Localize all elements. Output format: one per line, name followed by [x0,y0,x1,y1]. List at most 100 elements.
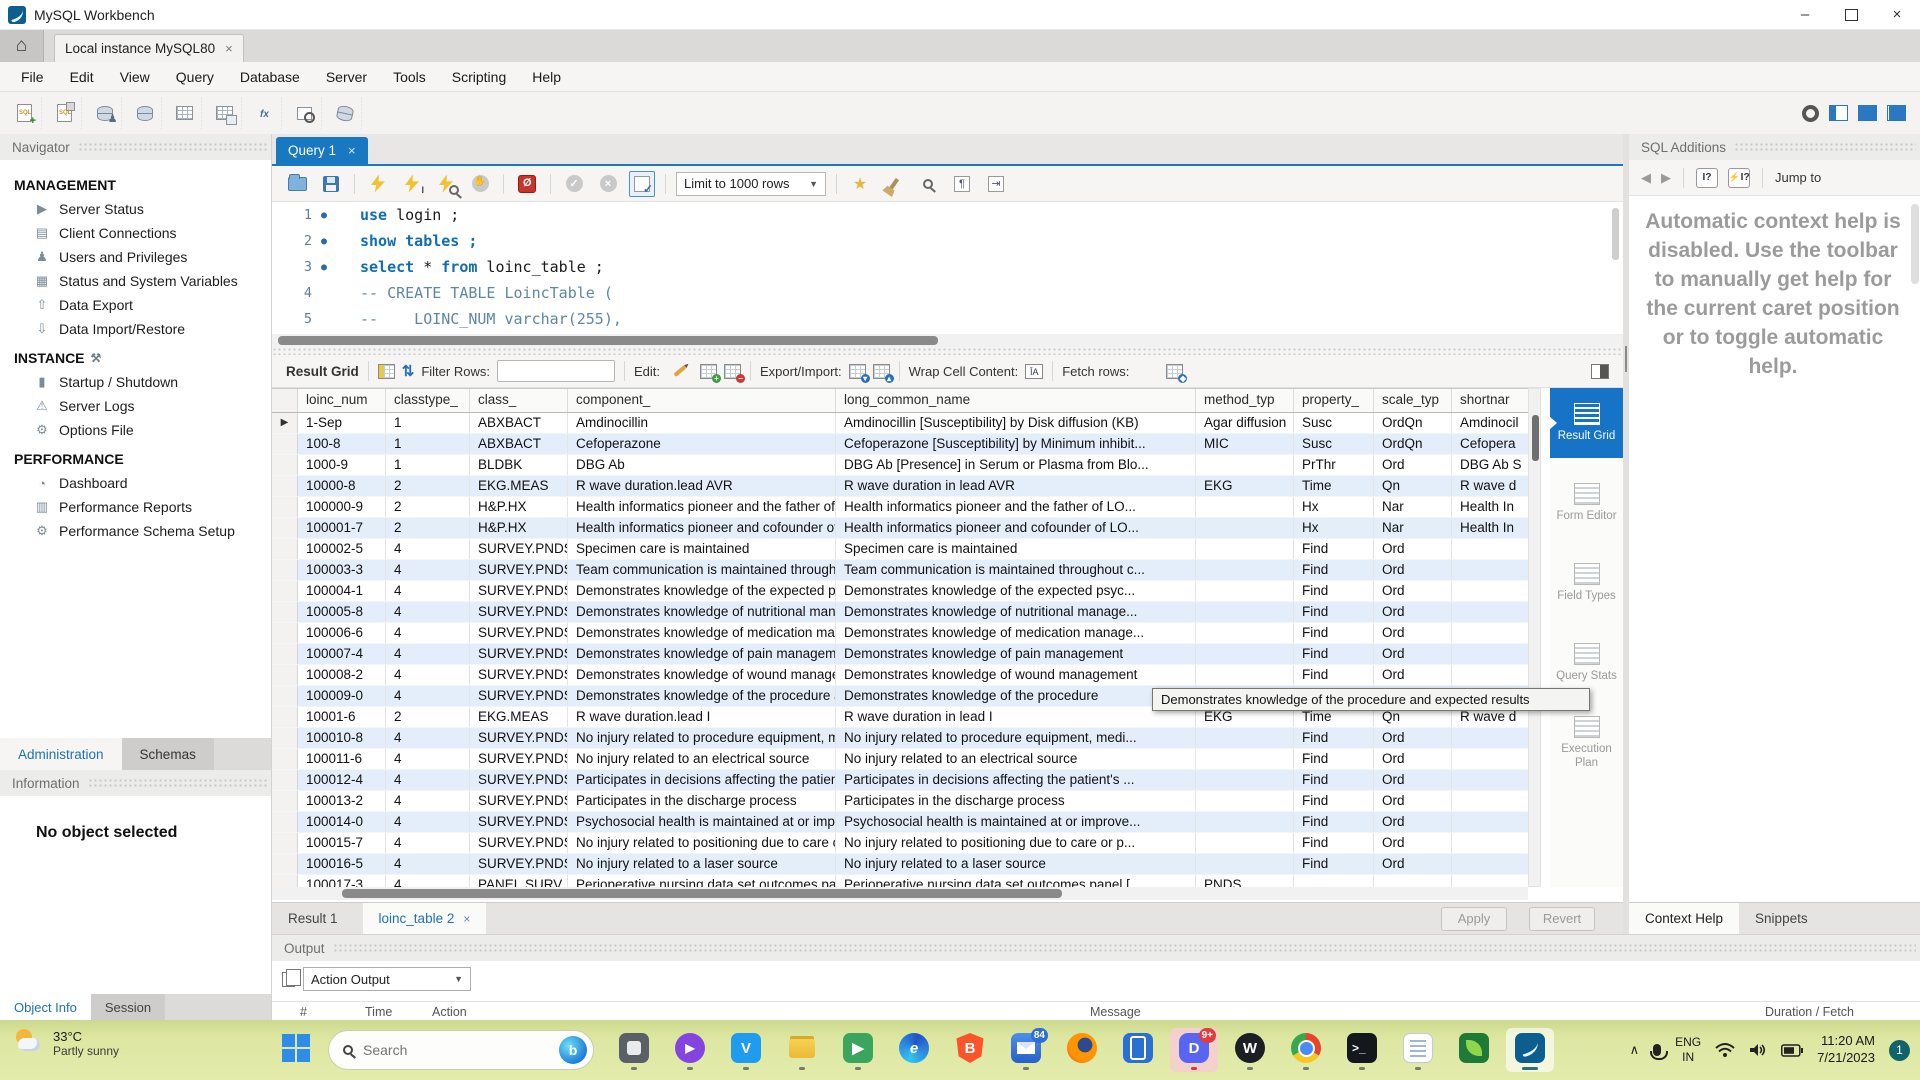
row-marker[interactable] [272,770,298,790]
connection-tab-close-icon[interactable]: × [225,41,233,56]
grid-cell[interactable]: 100014-0 [298,812,386,832]
grid-cell[interactable]: Ord [1374,455,1452,475]
grid-column-header[interactable]: loinc_num [298,389,386,412]
delete-row-icon[interactable]: − [723,363,745,383]
grid-cell[interactable]: PNDS [1196,875,1294,887]
grid-cell[interactable]: Find [1294,623,1374,643]
navigator-item[interactable]: Client Connections [0,221,271,245]
grid-cell[interactable]: R wave duration in lead I [836,707,1196,727]
grid-cell[interactable]: 100016-5 [298,854,386,874]
table-row[interactable]: 100007-4 4 SURVEY.PNDS Demonstrates know… [272,644,1528,665]
revert-button[interactable]: Revert [1529,906,1595,931]
grid-cell[interactable]: Find [1294,539,1374,559]
grid-cell[interactable]: No injury related to positioning due to … [568,833,836,853]
grid-cell[interactable]: 4 [386,749,470,769]
menu-item[interactable]: Scripting [441,65,517,89]
grid-cell[interactable]: ABXBACT [470,413,568,433]
grid-cell[interactable]: 100017-3 [298,875,386,887]
account-icon[interactable] [1802,104,1819,122]
grid-cell[interactable]: No injury related to positioning due to … [836,833,1196,853]
import-records-icon[interactable]: ▴ [872,363,894,383]
grid-cell[interactable]: Amdinocillin [Susceptibility] by Disk di… [836,413,1196,433]
grid-cell[interactable]: 100012-4 [298,770,386,790]
grid-cell[interactable]: 1 [386,455,470,475]
table-row[interactable]: 100-8 1 ABXBACT Cefoperazone Cefoperazon… [272,434,1528,455]
grid-cell[interactable]: 4 [386,875,470,887]
auto-context-help-icon[interactable]: I? [1728,167,1750,188]
grid-column-header[interactable]: component_ [568,389,836,412]
grid-cell[interactable]: 4 [386,623,470,643]
output-type-dropdown[interactable]: Action Output ▼ [303,967,471,991]
table-row[interactable]: 100012-4 4 SURVEY.PNDS Participates in d… [272,770,1528,791]
table-row[interactable]: 100008-2 4 SURVEY.PNDS Demonstrates know… [272,665,1528,686]
grid-cell[interactable]: Ord [1374,749,1452,769]
brave-icon[interactable]: B [946,1028,994,1072]
grid-cell[interactable]: Hx [1294,518,1374,538]
grid-cell[interactable] [1452,602,1524,622]
grid-cell[interactable]: 4 [386,602,470,622]
mail-icon[interactable]: 84 [1002,1028,1050,1072]
grid-cell[interactable] [1196,770,1294,790]
grid-cell[interactable]: R wave d [1452,476,1524,496]
grid-cell[interactable]: No injury related to a laser source [836,854,1196,874]
tray-expand-icon[interactable]: ∧ [1630,1042,1640,1058]
sql-code-editor[interactable]: 1 ● use login ; 2 ● show tables ; 3 ● selec… [272,202,1623,334]
grid-cell[interactable]: SURVEY.PNDS [470,665,568,685]
grid-cell[interactable]: Cefopera [1452,434,1524,454]
menu-item[interactable]: Query [165,65,225,89]
limit-rows-dropdown[interactable]: Limit to 1000 rows ▼ [676,171,826,196]
grid-cell[interactable]: 4 [386,581,470,601]
row-marker[interactable] [272,791,298,811]
row-marker[interactable] [272,518,298,538]
grid-cell[interactable]: SURVEY.PNDS [470,728,568,748]
volume-icon[interactable] [1749,1042,1767,1058]
vscode-icon[interactable]: V [722,1028,770,1072]
grid-cell[interactable]: Ord [1374,560,1452,580]
row-marker[interactable] [272,665,298,685]
grid-cell[interactable]: No injury related to procedure equipment… [836,728,1196,748]
sql-additions-tab[interactable]: Context Help [1629,903,1740,934]
grid-cell[interactable]: Susc [1294,434,1374,454]
grid-cell[interactable]: 100011-6 [298,749,386,769]
new-view-icon[interactable] [208,97,242,129]
grid-cell[interactable] [1196,854,1294,874]
row-marker[interactable] [272,476,298,496]
new-sql-tab-icon[interactable] [8,97,42,129]
row-marker[interactable] [272,875,298,887]
grid-cell[interactable]: Team communication is maintained through… [836,560,1196,580]
toggle-right-sidebar-icon[interactable] [1887,105,1906,121]
result-view-button[interactable]: Result Grid [1549,388,1623,458]
grid-cell[interactable]: Find [1294,728,1374,748]
grid-cell[interactable]: Ord [1374,644,1452,664]
menu-item[interactable]: Server [315,65,378,89]
grid-column-header[interactable]: method_typ [1196,389,1294,412]
row-marker[interactable] [272,833,298,853]
grid-cell[interactable]: Find [1294,665,1374,685]
grid-cell[interactable]: 100009-0 [298,686,386,706]
row-marker[interactable] [272,602,298,622]
grid-cell[interactable] [1452,560,1524,580]
row-marker[interactable] [272,728,298,748]
minimize-icon[interactable]: – [1782,0,1828,30]
commit-icon[interactable]: ✓ [561,171,587,197]
grid-cell[interactable]: Participates in decisions affecting the … [568,770,836,790]
grid-cell[interactable] [1452,728,1524,748]
migration-icon[interactable] [328,97,362,129]
result-tab[interactable]: loinc_table 2 × [362,903,487,934]
row-marker[interactable] [272,455,298,475]
new-connection-icon[interactable] [88,97,122,129]
grid-cell[interactable]: Health In [1452,518,1524,538]
grid-cell[interactable] [1452,812,1524,832]
navigator-item[interactable]: Status and System Variables [0,269,271,293]
panel-splitter-handle[interactable] [272,347,1623,355]
grid-cell[interactable]: 100007-4 [298,644,386,664]
grid-column-header[interactable]: classtype_ [386,389,470,412]
grid-cell[interactable] [1196,623,1294,643]
row-marker[interactable] [272,707,298,727]
table-row[interactable]: 100013-2 4 SURVEY.PNDS Participates in t… [272,791,1528,812]
grid-cell[interactable] [1196,518,1294,538]
grid-column-header[interactable]: long_common_name [836,389,1196,412]
grid-cell[interactable]: 10001-6 [298,707,386,727]
new-table-icon[interactable] [168,97,202,129]
grid-column-header[interactable]: scale_typ [1374,389,1452,412]
